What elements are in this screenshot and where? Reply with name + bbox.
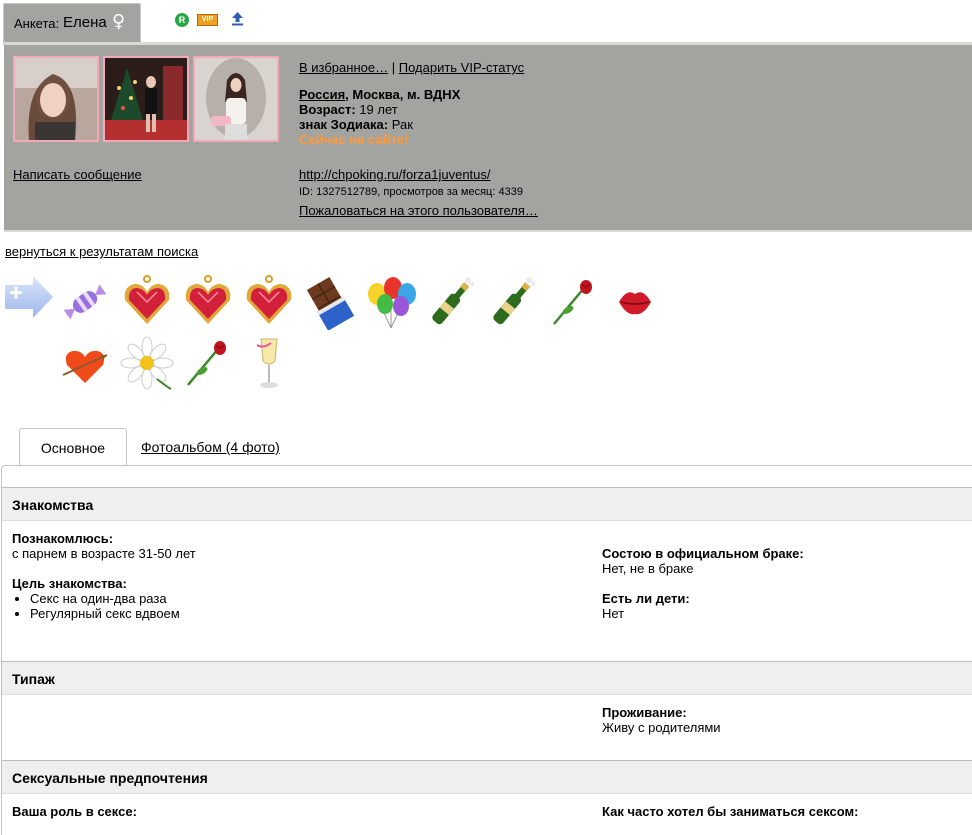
location-row: Россия, Москва, м. ВДНХ	[299, 87, 538, 102]
zodiac-label: знак Зодиака:	[299, 117, 389, 132]
age-label: Возраст:	[299, 102, 356, 117]
gift-balloons-icon[interactable]	[363, 274, 419, 330]
goal-item: Регулярный секс вдвоем	[30, 606, 180, 621]
back-to-results-link[interactable]: вернуться к результатам поиска	[5, 244, 198, 259]
gift-champagne-icon[interactable]	[485, 274, 541, 330]
favorites-row: В избранное… | Подарить VIP-статус	[299, 60, 538, 75]
living-field: Проживание: Живу с родителями	[602, 705, 721, 735]
meet-label: Познакомлюсь:	[12, 531, 114, 546]
tab-main[interactable]: Основное	[19, 428, 127, 466]
profile-name: Елена	[63, 14, 107, 31]
gift-rose-icon[interactable]	[546, 274, 602, 330]
gift-rose-icon[interactable]	[180, 335, 236, 391]
section-type-title: Типаж	[2, 661, 972, 695]
report-user-link[interactable]: Пожаловаться на этого пользователя…	[299, 203, 538, 218]
gift-ruby-heart-icon[interactable]	[119, 274, 175, 330]
online-status: Сейчас на сайте!	[299, 132, 409, 147]
zodiac-value: Рак	[388, 117, 413, 132]
age-row: Возраст: 19 лет	[299, 102, 538, 117]
meet-field: Познакомлюсь: с парнем в возрасте 31-50 …	[12, 531, 196, 561]
profile-photo-3[interactable]	[193, 56, 279, 142]
role-field: Ваша роль в сексе:	[12, 804, 137, 819]
gift-champagne-glass-icon[interactable]	[241, 335, 297, 391]
add-to-favorites-link[interactable]: В избранное…	[299, 60, 388, 75]
location-text: , Москва, м. ВДНХ	[345, 87, 461, 102]
living-label: Проживание:	[602, 705, 687, 720]
profile-info: В избранное… | Подарить VIP-статус Росси…	[299, 60, 538, 218]
vip-badge-icon[interactable]: VIP	[197, 14, 218, 26]
profile-photo-1[interactable]	[13, 56, 99, 142]
goal-item: Секс на один-два раза	[30, 591, 180, 606]
gift-daisy-icon[interactable]	[119, 335, 175, 391]
content-tabs: Основное Фотоальбом (4 фото)	[0, 428, 972, 466]
married-field: Состою в официальном браке: Нет, не в бр…	[602, 546, 804, 576]
female-icon: ♀	[112, 11, 126, 32]
profile-stats: ID: 1327512789, просмотров за месяц: 433…	[299, 186, 523, 198]
profile-tab: Анкета: Елена ♀	[3, 3, 141, 45]
kids-value: Нет	[602, 606, 625, 621]
kids-label: Есть ли дети:	[602, 591, 690, 606]
frequency-field: Как часто хотел бы заниматься сексом:	[602, 804, 859, 819]
profile-tab-label: Анкета:	[14, 16, 60, 31]
gift-champagne-icon[interactable]	[424, 274, 480, 330]
age-value: 19 лет	[355, 102, 398, 117]
profile-url-link[interactable]: http://chpoking.ru/forza1juventus/	[299, 167, 491, 182]
real-user-badge-icon[interactable]: R	[175, 13, 189, 27]
tab-photo-album[interactable]: Фотоальбом (4 фото)	[141, 439, 280, 455]
country-link[interactable]: Россия	[299, 87, 345, 102]
zodiac-row: знак Зодиака: Рак	[299, 117, 538, 132]
top-strip: Анкета: Елена ♀ R VIP	[0, 0, 972, 45]
frequency-label: Как часто хотел бы заниматься сексом:	[602, 804, 859, 819]
upload-icon[interactable]	[231, 11, 244, 26]
gift-heart-arrow-icon[interactable]	[57, 335, 113, 391]
gift-ruby-heart-icon[interactable]	[180, 274, 236, 330]
gift-chocolate-icon[interactable]	[302, 274, 358, 330]
gift-candy-icon[interactable]	[57, 274, 113, 330]
gift-lips-icon[interactable]	[607, 274, 663, 330]
married-label: Состою в официальном браке:	[602, 546, 804, 561]
goal-field: Цель знакомства: Секс на один-два раза Р…	[12, 576, 180, 621]
goal-label: Цель знакомства:	[12, 576, 127, 591]
section-sex-title: Сексуальные предпочтения	[2, 760, 972, 794]
role-label: Ваша роль в сексе:	[12, 804, 137, 819]
section-dating-title: Знакомства	[2, 487, 972, 521]
goal-list: Секс на один-два раза Регулярный секс вд…	[12, 591, 180, 621]
living-value: Живу с родителями	[602, 720, 721, 735]
link-separator: |	[391, 60, 396, 75]
write-message-link[interactable]: Написать сообщение	[13, 167, 142, 182]
married-value: Нет, не в браке	[602, 561, 694, 576]
gift-vip-link[interactable]: Подарить VIP-статус	[399, 60, 524, 75]
profile-photo-2[interactable]	[103, 56, 189, 142]
kids-field: Есть ли дети: Нет	[602, 591, 690, 621]
gift-ruby-heart-icon[interactable]	[241, 274, 297, 330]
meet-value: с парнем в возрасте 31-50 лет	[12, 546, 196, 561]
add-gift-arrow-icon[interactable]	[5, 276, 53, 318]
